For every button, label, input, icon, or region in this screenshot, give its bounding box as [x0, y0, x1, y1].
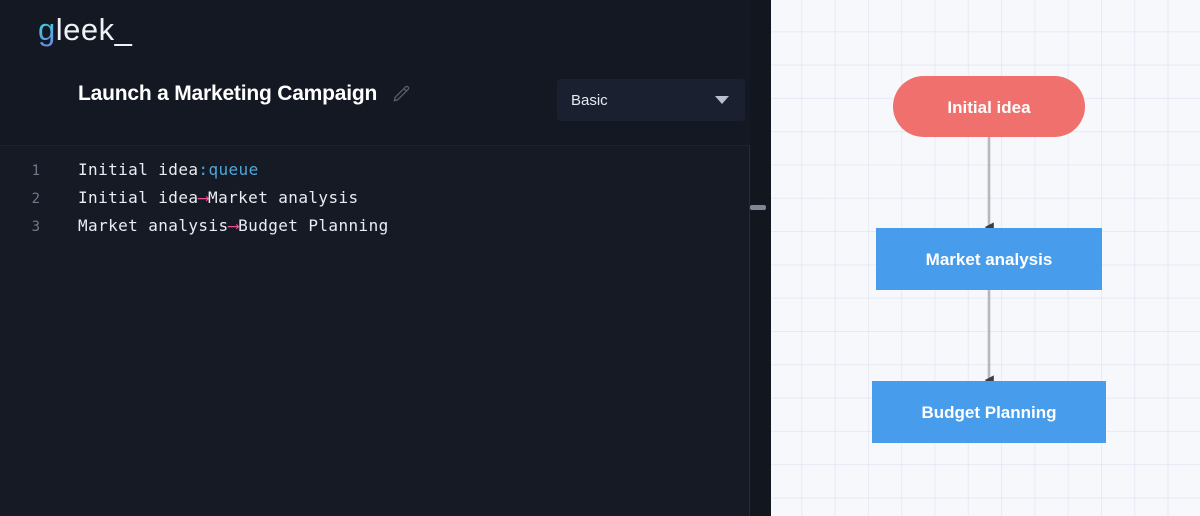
code-line[interactable]: 2 Initial idea⟶Market analysis — [0, 188, 749, 216]
code-token-arrow: ⟶ — [228, 216, 239, 235]
code-editor[interactable]: 1 Initial idea:queue 2 Initial idea⟶Mark… — [0, 145, 750, 516]
diagram-node-initial-idea[interactable]: Initial idea — [893, 76, 1085, 137]
editor-panel: gleek_ Launch a Marketing Campaign Basic… — [0, 0, 771, 516]
logo-letter-g: g — [38, 12, 56, 47]
code-token: Market analysis — [78, 216, 229, 235]
code-text: Initial idea:queue — [48, 160, 259, 179]
code-token: Initial idea — [78, 188, 199, 207]
code-token: Initial idea — [78, 160, 199, 179]
diagram-node-label: Initial idea — [947, 98, 1031, 117]
line-number: 1 — [31, 163, 40, 179]
line-number: 3 — [31, 219, 40, 235]
chevron-down-icon — [715, 96, 729, 104]
code-text: Market analysis⟶Budget Planning — [48, 216, 389, 235]
code-line[interactable]: 3 Market analysis⟶Budget Planning — [0, 216, 749, 244]
diagram-mode-select-value: Basic — [571, 91, 608, 109]
document-title-row: Launch a Marketing Campaign — [78, 82, 411, 106]
gleek-app-window: gleek_ Launch a Marketing Campaign Basic… — [0, 0, 1200, 516]
line-number: 2 — [31, 191, 40, 207]
diagram-svg: Initial idea Market analysis Budget Plan… — [872, 76, 1106, 443]
code-token: Market analysis — [208, 188, 359, 207]
diagram-canvas[interactable]: Initial idea Market analysis Budget Plan… — [771, 0, 1200, 516]
code-token-keyword: queue — [208, 160, 259, 179]
code-token-arrow: ⟶ — [198, 188, 209, 207]
page-title: Launch a Marketing Campaign — [78, 82, 378, 105]
app-logo[interactable]: gleek_ — [38, 14, 132, 45]
diagram-node-budget-planning[interactable]: Budget Planning — [872, 381, 1106, 443]
logo-text: leek_ — [55, 12, 133, 47]
code-token-colon: : — [198, 160, 209, 179]
resize-handle-icon[interactable] — [750, 205, 766, 210]
diagram-node-market-analysis[interactable]: Market analysis — [876, 228, 1102, 290]
code-line[interactable]: 1 Initial idea:queue — [0, 160, 749, 188]
code-text: Initial idea⟶Market analysis — [48, 188, 359, 207]
diagram-node-label: Market analysis — [926, 250, 1053, 269]
diagram-node-label: Budget Planning — [921, 403, 1056, 422]
code-token: Budget Planning — [238, 216, 389, 235]
diagram-mode-select[interactable]: Basic — [557, 79, 745, 121]
pencil-icon[interactable] — [391, 84, 411, 104]
panel-splitter[interactable] — [750, 0, 771, 516]
